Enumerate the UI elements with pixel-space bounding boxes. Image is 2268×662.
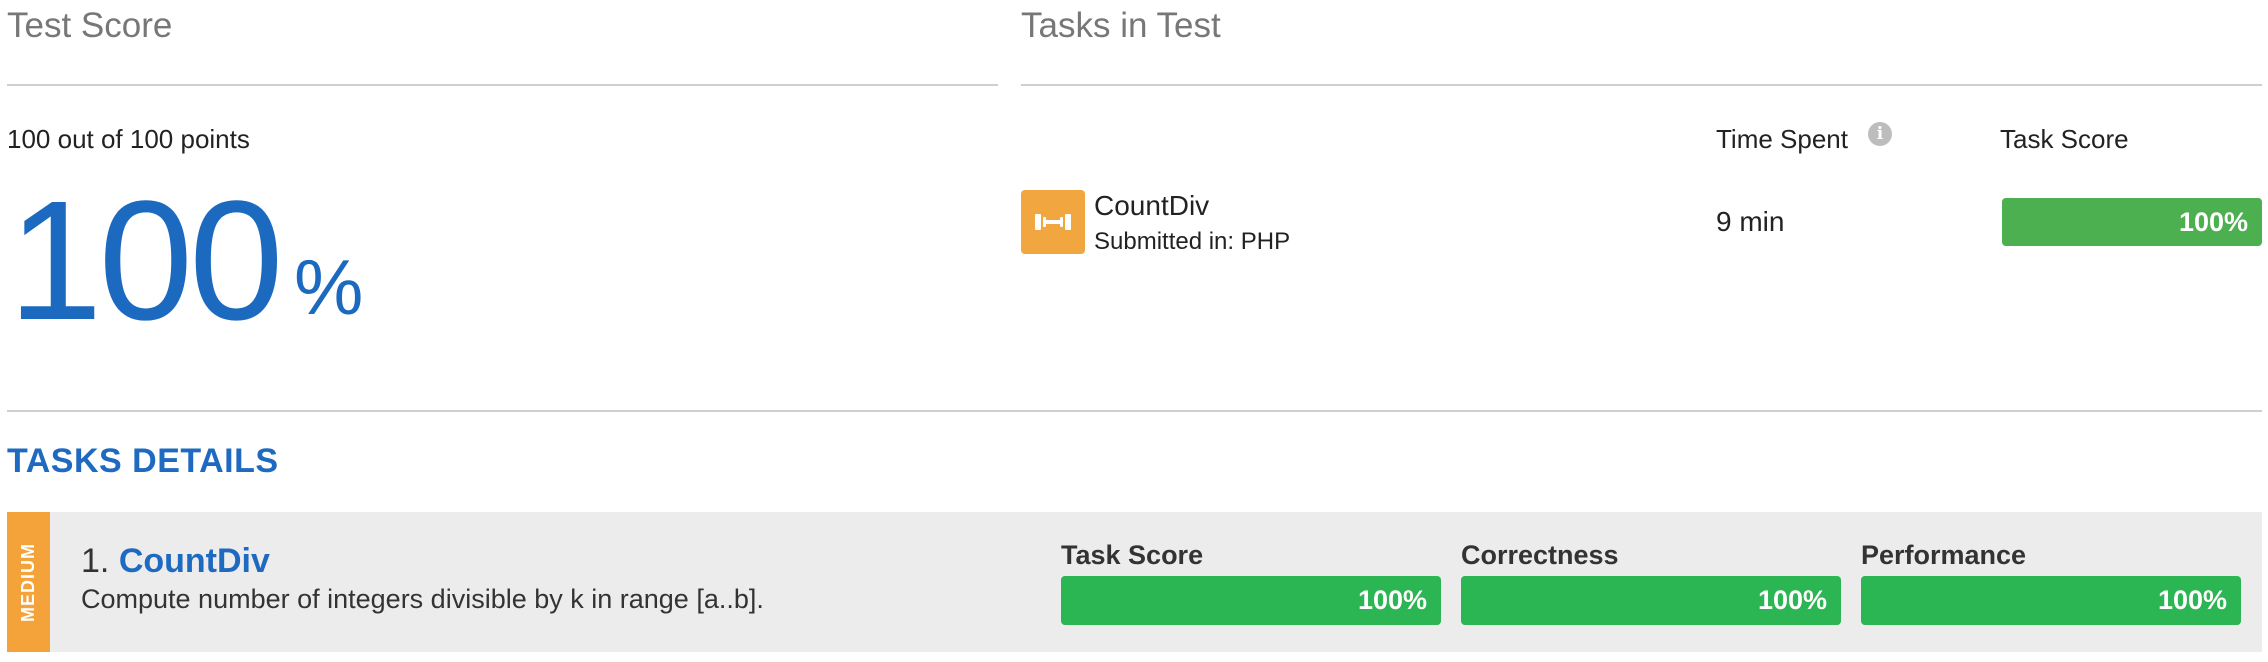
difficulty-badge: MEDIUM bbox=[7, 512, 50, 652]
task-detail-heading: 1. CountDiv bbox=[81, 542, 270, 581]
metric-performance-value: 100% bbox=[2157, 585, 2227, 615]
difficulty-badge-wrap: MEDIUM bbox=[7, 512, 50, 652]
metric-task-score-value: 100% bbox=[1357, 585, 1427, 615]
test-score-divider bbox=[7, 84, 998, 86]
task-detail-description: Compute number of integers divisible by … bbox=[81, 584, 764, 614]
task-score-bar: 100% bbox=[2002, 198, 2262, 246]
task-detail-row: MEDIUM 1. CountDiv Compute number of int… bbox=[7, 512, 2262, 652]
section-divider bbox=[7, 410, 2262, 412]
task-score-header: Task Score bbox=[2000, 124, 2129, 154]
metric-correctness-value: 100% bbox=[1757, 585, 1827, 615]
points-text: 100 out of 100 points bbox=[7, 124, 250, 154]
task-name[interactable]: CountDiv bbox=[1094, 190, 1209, 222]
task-detail-number: 1. bbox=[81, 542, 110, 580]
score-percent-sign: % bbox=[294, 243, 364, 331]
info-icon[interactable]: i bbox=[1868, 122, 1892, 146]
dumbbell-icon bbox=[1021, 190, 1085, 254]
tasks-in-test-title: Tasks in Test bbox=[1021, 6, 1221, 45]
metric-task-score-label: Task Score bbox=[1061, 540, 1204, 570]
tasks-details-title: TASKS DETAILS bbox=[7, 442, 279, 480]
task-score-bar-label: 100% bbox=[2178, 206, 2248, 237]
metric-correctness-label: Correctness bbox=[1461, 540, 1619, 570]
score-percent-value: 100 bbox=[8, 166, 284, 356]
time-spent-header: Time Spent bbox=[1716, 124, 1848, 154]
task-detail-name-link[interactable]: CountDiv bbox=[119, 542, 270, 580]
metric-performance-label: Performance bbox=[1861, 540, 2027, 570]
dumbbell-glyph bbox=[1035, 214, 1071, 230]
task-time-spent: 9 min bbox=[1716, 206, 1785, 237]
task-submitted-language: Submitted in: PHP bbox=[1094, 228, 1291, 255]
metric-correctness-bar: 100% bbox=[1461, 576, 1841, 625]
metric-performance-bar: 100% bbox=[1861, 576, 2241, 625]
metric-task-score-bar: 100% bbox=[1061, 576, 1441, 625]
tasks-in-test-divider bbox=[1021, 84, 2262, 86]
difficulty-label: MEDIUM bbox=[18, 542, 38, 622]
test-score-title: Test Score bbox=[7, 6, 173, 45]
